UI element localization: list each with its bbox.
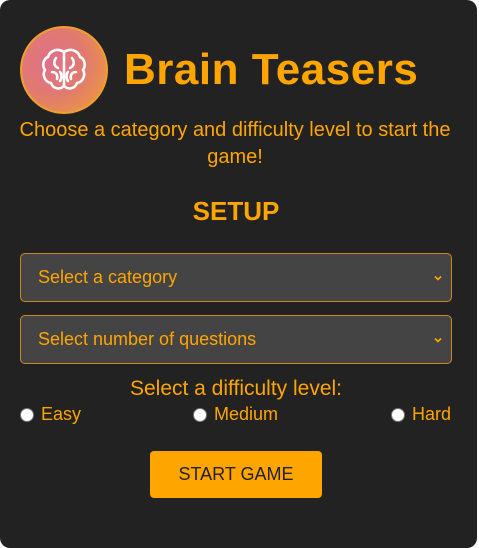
category-select[interactable]: Select a category [20,253,452,302]
category-select-value: Select a category [38,267,178,287]
chevron-down-icon [434,337,442,343]
setup-card: Brain Teasers Choose a category and diff… [0,0,477,548]
difficulty-option-label: Easy [41,404,82,424]
app-title: Brain Teasers [124,45,419,94]
questions-select[interactable]: Select number of questions [20,315,452,364]
start-game-button[interactable]: START GAME [150,451,322,498]
radio-button[interactable] [193,407,207,422]
difficulty-option-label: Hard [412,404,452,424]
difficulty-hard-radio[interactable]: Hard [391,404,451,425]
questions-select-value: Select number of questions [38,329,257,349]
difficulty-medium-radio[interactable]: Medium [193,404,278,425]
radio-button[interactable] [20,407,34,422]
difficulty-option-label: Medium [214,404,279,424]
header: Brain Teasers [20,26,418,114]
brain-icon [20,26,108,114]
difficulty-label: Select a difficulty level: [129,377,343,400]
radio-button[interactable] [391,407,405,422]
chevron-down-icon [434,275,442,281]
subtitle: Choose a category and difficulty level t… [19,119,451,168]
setup-heading: SETUP [192,196,280,226]
difficulty-easy-radio[interactable]: Easy [20,404,81,425]
